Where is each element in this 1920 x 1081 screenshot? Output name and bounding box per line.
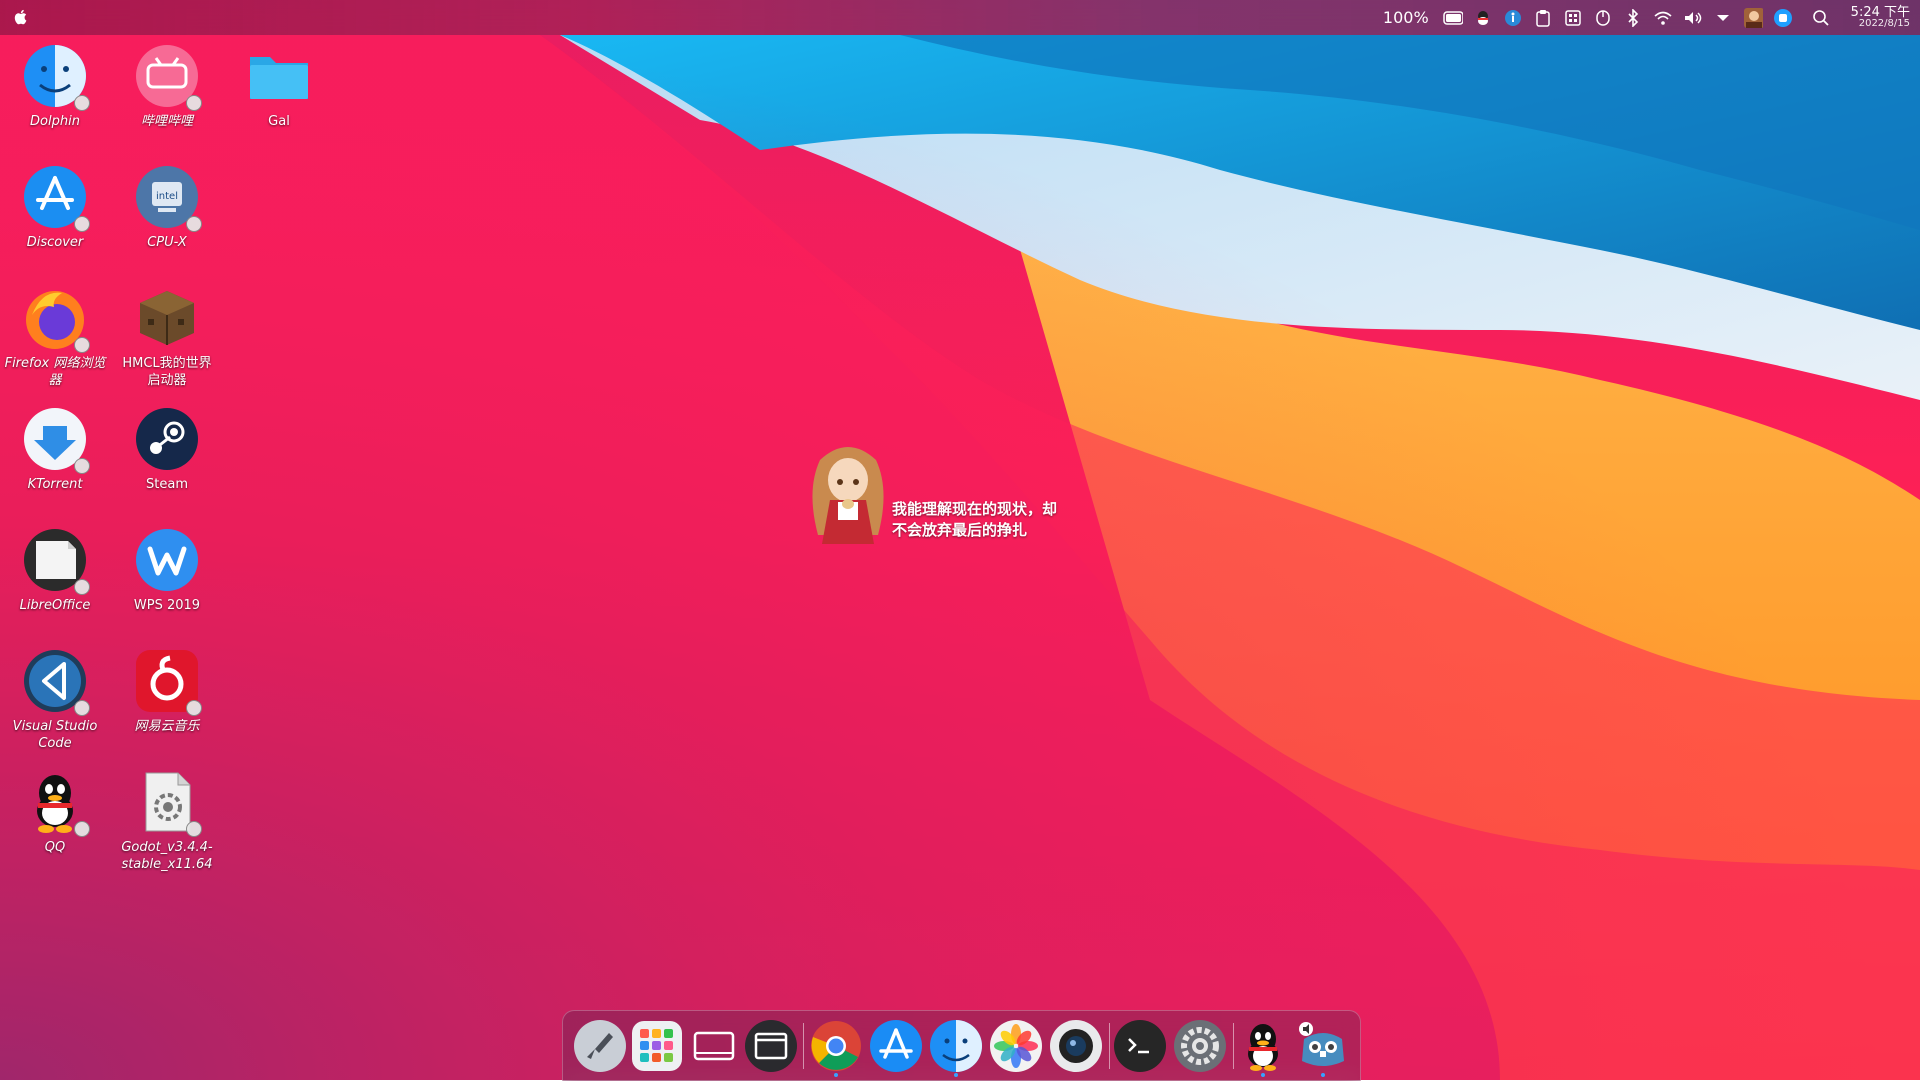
clipboard-icon[interactable] — [1533, 8, 1553, 28]
show-desktop-icon[interactable] — [687, 1019, 741, 1073]
top-menu-bar: 100% 5:24 下午 2022/8/15 — [0, 0, 1920, 35]
desktop-icon-netease-music[interactable]: 网易云音乐 — [112, 640, 222, 735]
user-avatar-icon[interactable] — [1743, 7, 1763, 28]
dock — [562, 1010, 1361, 1081]
desktop-icon-label: Discover — [26, 235, 84, 250]
netease-music-icon — [134, 648, 202, 716]
system-settings-icon[interactable] — [1173, 1019, 1227, 1073]
desktop-icon-label: Gal — [268, 114, 290, 129]
chrome-icon[interactable] — [809, 1019, 863, 1077]
bilibili-icon — [134, 43, 202, 111]
desktop-icon-label: 网易云音乐 — [134, 719, 200, 734]
mouse-icon[interactable] — [1593, 8, 1613, 28]
steam-icon — [134, 406, 200, 472]
dropdown-arrow-icon[interactable] — [1713, 8, 1733, 28]
desktop-icon-label: LibreOffice — [19, 598, 91, 613]
apple-logo[interactable] — [12, 8, 30, 26]
libreoffice-icon — [22, 527, 90, 595]
desktop-icon-label: Firefox 网络浏览器 — [4, 356, 106, 388]
camera-icon[interactable] — [1049, 1019, 1103, 1073]
desktop-icon-godot-file[interactable]: Godot_v3.4.4-stable_x11.64 — [112, 761, 222, 873]
dock-separator — [1109, 1023, 1110, 1069]
accessibility-icon[interactable] — [1503, 8, 1523, 28]
desktop-icon-label: Godot_v3.4.4-stable_x11.64 — [121, 840, 213, 872]
desktop-icon-label: QQ — [44, 840, 66, 855]
desktop-icon-dolphin[interactable]: Dolphin — [0, 35, 110, 130]
discover-store-icon — [22, 164, 90, 232]
desktop-icon-steam[interactable]: Steam — [112, 398, 222, 493]
svg-text:intel: intel — [156, 191, 178, 202]
app-store-icon[interactable] — [869, 1019, 923, 1073]
desktop-icon-label: CPU-X — [147, 235, 187, 250]
cpu-x-icon: intel — [134, 164, 202, 232]
app-tray-icon[interactable] — [1773, 8, 1793, 28]
volume-icon[interactable] — [1683, 8, 1703, 28]
desktop-icon-label: WPS 2019 — [133, 598, 201, 613]
wifi-icon[interactable] — [1653, 8, 1673, 28]
vscode-icon — [22, 648, 90, 716]
battery-percent: 100% — [1382, 8, 1429, 27]
desktop-icon-hmcl[interactable]: HMCL我的世界启动器 — [112, 277, 222, 389]
bluetooth-icon[interactable] — [1623, 8, 1643, 28]
mascot-quote-line-1: 我能理解现在的现状，却 — [892, 500, 1058, 518]
mascot-character-image[interactable] — [800, 440, 895, 552]
mascot-quote-line-2: 不会放弃最后的挣扎 — [892, 521, 1028, 539]
terminal-icon[interactable] — [1113, 1019, 1167, 1073]
desktop-icon-firefox[interactable]: Firefox 网络浏览器 — [0, 277, 110, 389]
desktop-icon-vscode[interactable]: Visual Studio Code — [0, 640, 110, 752]
desktop-icon-wps[interactable]: WPS 2019 — [112, 519, 222, 614]
desktop-icon-gal-folder[interactable]: Gal — [224, 35, 334, 130]
qq-tray-icon[interactable] — [1473, 8, 1493, 28]
dolphin-file-manager-icon — [22, 43, 90, 111]
window-switcher-icon[interactable] — [744, 1019, 798, 1073]
qq-dock-icon[interactable] — [1236, 1019, 1290, 1077]
desktop-icon-ktorrent[interactable]: KTorrent — [0, 398, 110, 493]
ktorrent-icon — [22, 406, 90, 474]
dock-separator — [803, 1023, 804, 1069]
minecraft-launcher-icon — [134, 285, 200, 351]
desktop-icon-libreoffice[interactable]: LibreOffice — [0, 519, 110, 614]
desktop-icon-label: KTorrent — [27, 477, 83, 492]
dock-separator — [1233, 1023, 1234, 1069]
qq-icon — [22, 769, 90, 837]
clock[interactable]: 5:24 下午 2022/8/15 — [1851, 6, 1910, 29]
desktop-icon-qq[interactable]: QQ — [0, 761, 110, 856]
wps-icon — [134, 527, 200, 593]
desktop-icon-bilibili[interactable]: 哔哩哔哩 — [112, 35, 222, 130]
firefox-icon — [22, 285, 90, 353]
photos-icon[interactable] — [989, 1019, 1043, 1073]
battery-icon[interactable] — [1442, 8, 1463, 28]
folder-icon — [246, 43, 312, 109]
desktop-icon-discover[interactable]: Discover — [0, 156, 110, 251]
godot-dock-icon[interactable] — [1296, 1019, 1350, 1077]
desktop-icon-label: Dolphin — [30, 114, 80, 129]
desktop-icon-cpu-x[interactable]: intel CPU-X — [112, 156, 222, 251]
app-grid-icon[interactable] — [630, 1019, 684, 1073]
launchpad-rocket-icon[interactable] — [573, 1019, 627, 1073]
search-icon[interactable] — [1811, 8, 1831, 28]
mascot-quote: 我能理解现在的现状，却 不会放弃最后的挣扎 — [892, 499, 1057, 541]
calculator-icon[interactable] — [1563, 8, 1583, 28]
clock-date: 2022/8/15 — [1858, 18, 1910, 29]
desktop-icon-label: HMCL我的世界启动器 — [122, 356, 212, 388]
desktop-icon-label: 哔哩哔哩 — [140, 114, 193, 129]
godot-file-icon — [134, 769, 202, 837]
finder-icon[interactable] — [929, 1019, 983, 1077]
desktop-icon-label: Visual Studio Code — [12, 719, 98, 751]
desktop-icon-label: Steam — [146, 477, 188, 492]
